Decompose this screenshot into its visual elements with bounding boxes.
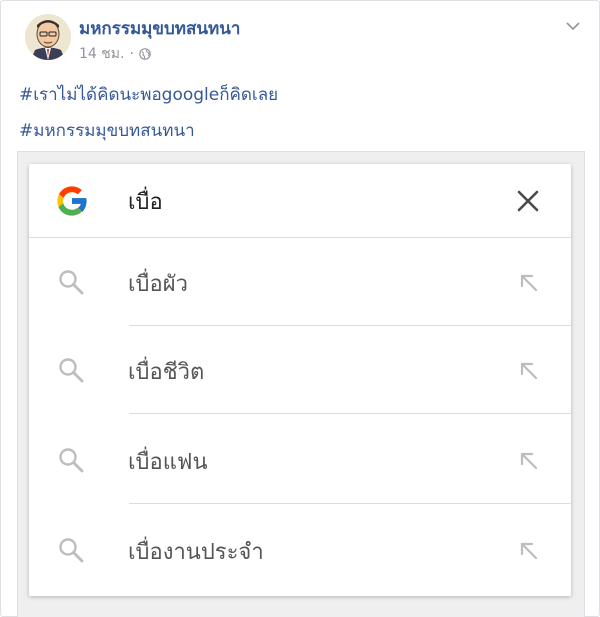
suggestion-item[interactable]: เบื่อชีวิต [29, 326, 571, 414]
suggestion-text: เบื่อชีวิต [128, 360, 205, 385]
search-icon [57, 356, 85, 384]
suggestion-text: เบื่อแฟน [128, 450, 208, 475]
arrow-up-left-icon[interactable] [517, 539, 541, 563]
post-timestamp[interactable]: 14 ชม. [79, 43, 124, 65]
hashtag-link[interactable]: #มหกรรมมุขบทสนทนา [19, 117, 195, 144]
suggestion-text: เบื่อผัว [128, 272, 188, 297]
google-search-card: เบื่อ เบื่อผัว เบื่อชีวิต เบื่อแฟน เบื่อ… [29, 164, 571, 596]
post-meta: 14 ชม. · [79, 43, 151, 65]
suggestion-text: เบื่องานประจำ [128, 540, 264, 565]
google-g-logo [53, 182, 91, 220]
hashtag-link[interactable]: #เราไม่ได้คิดนะพอgoogleก็คิดเลย [19, 81, 278, 108]
search-icon [57, 268, 85, 296]
globe-icon[interactable] [139, 48, 151, 60]
search-bar[interactable]: เบื่อ [29, 164, 571, 238]
suggestion-divider [129, 413, 571, 414]
arrow-up-left-icon[interactable] [517, 449, 541, 473]
suggestion-divider [129, 503, 571, 504]
page-name-link[interactable]: มหกรรมมุขบทสนทนา [79, 15, 240, 42]
close-icon[interactable] [515, 188, 541, 214]
search-icon [57, 446, 85, 474]
arrow-up-left-icon[interactable] [517, 271, 541, 295]
arrow-up-left-icon[interactable] [517, 359, 541, 383]
search-icon [57, 536, 85, 564]
search-query[interactable]: เบื่อ [128, 184, 163, 219]
chevron-down-icon[interactable] [565, 17, 581, 31]
avatar[interactable] [25, 14, 71, 60]
suggestion-item[interactable]: เบื่อผัว [29, 238, 571, 326]
suggestion-item[interactable]: เบื่องานประจำ [29, 506, 571, 594]
suggestion-item[interactable]: เบื่อแฟน [29, 416, 571, 504]
meta-separator: · [129, 46, 134, 62]
